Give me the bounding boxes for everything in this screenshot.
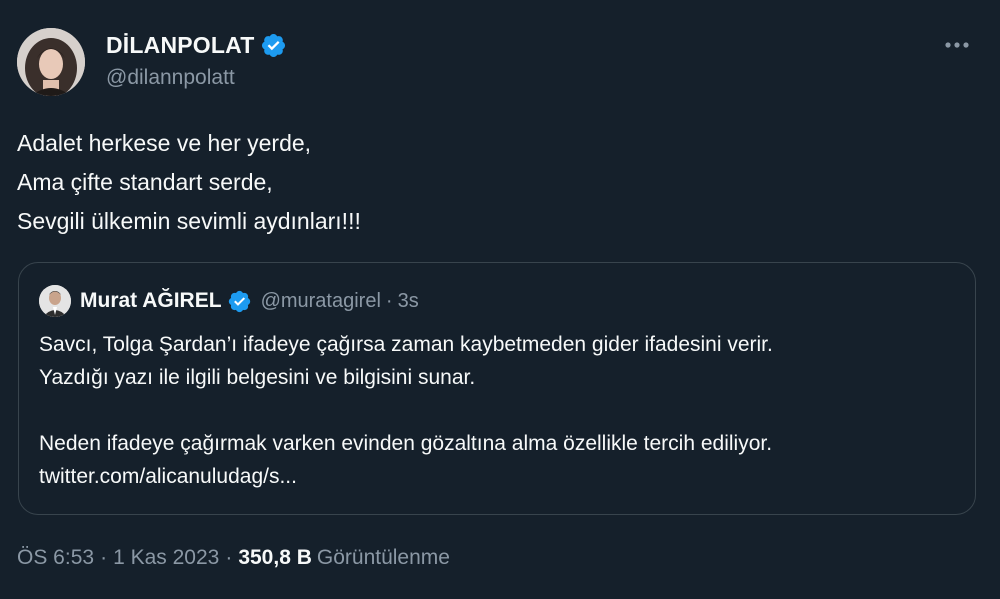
quoted-timestamp[interactable]: 3s [398,290,419,313]
tweet-card: DİLANPOLAT @dilannpolatt Adalet herkese … [0,0,1000,599]
more-options-button[interactable] [940,32,974,58]
quoted-author-name[interactable]: Murat AĞIREL [80,289,222,313]
quoted-text-line: Neden ifadeye çağırmak varken evinden gö… [39,432,773,455]
tweet-time[interactable]: ÖS 6:53 [17,546,94,570]
verified-badge-icon [260,32,287,59]
more-horizontal-icon [945,42,969,48]
tweet-text: Adalet herkese ve her yerde, Ama çifte s… [17,124,361,241]
tweet-metadata: ÖS 6:53 · 1 Kas 2023 · 350,8 B Görüntüle… [17,546,450,570]
quoted-text-line: Savcı, Tolga Şardan’ı ifadeye çağırsa za… [39,333,773,356]
quoted-tweet-text: Savcı, Tolga Şardan’ı ifadeye çağırsa za… [39,328,773,493]
quoted-tweet[interactable]: Murat AĞIREL @muratagirel · 3s Savcı, To… [18,262,976,515]
author-name[interactable]: DİLANPOLAT [106,32,255,59]
author-name-row: DİLANPOLAT [106,30,287,60]
tweet-text-line: Adalet herkese ve her yerde, [17,130,312,156]
tweet-date[interactable]: 1 Kas 2023 [113,546,219,570]
quoted-author-avatar[interactable] [39,285,71,317]
author-handle[interactable]: @dilannpolatt [106,66,235,90]
quoted-text-blank-line [39,394,773,427]
verified-badge-icon [227,289,252,314]
views-count[interactable]: 350,8 B [238,546,312,570]
quoted-link[interactable]: twitter.com/alicanuludag/s... [39,460,773,493]
meta-separator: · [100,546,108,569]
quoted-text-line: Yazdığı yazı ile ilgili belgesini ve bil… [39,366,476,389]
quoted-author-handle[interactable]: @muratagirel [261,290,381,313]
author-avatar[interactable] [17,28,85,96]
tweet-text-line: Ama çifte standart serde, [17,169,273,195]
meta-separator: · [225,546,233,569]
quoted-tweet-header: Murat AĞIREL @muratagirel · 3s [39,285,419,317]
tweet-text-line: Sevgili ülkemin sevimli aydınları!!! [17,208,361,234]
quoted-separator: · [385,289,393,312]
views-label: Görüntülenme [316,546,450,569]
